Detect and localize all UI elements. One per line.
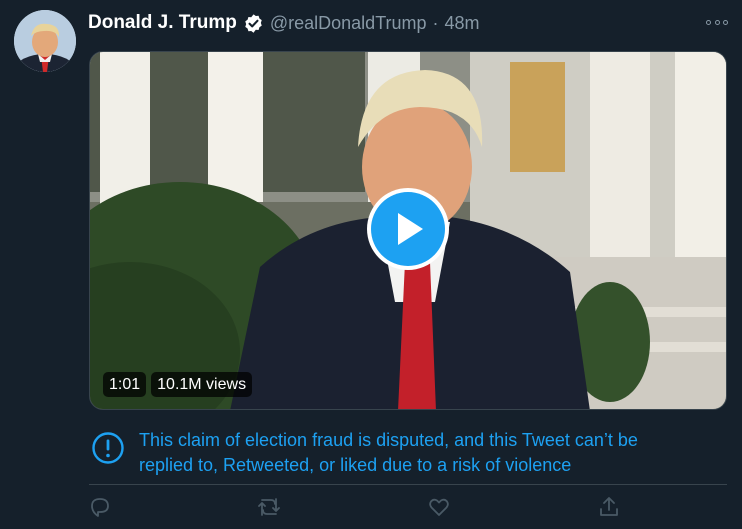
like-icon[interactable] (427, 495, 453, 521)
video-view-count: 10.1M views (151, 372, 253, 397)
avatar[interactable] (14, 10, 76, 72)
tweet-header: Donald J. Trump @realDonaldTrump · 48m (88, 9, 480, 37)
disputed-claim-notice[interactable]: This claim of election fraud is disputed… (89, 428, 729, 478)
separator-dot: · (432, 12, 439, 33)
tweet-timestamp[interactable]: 48m (445, 13, 480, 34)
divider (89, 484, 727, 485)
notice-line-1: This claim of election fraud is disputed… (139, 430, 638, 450)
author-name[interactable]: Donald J. Trump (88, 12, 237, 34)
verified-badge-icon (243, 13, 264, 34)
notice-line-2: replied to, Retweeted, or liked due to a… (139, 455, 572, 475)
reply-icon[interactable] (88, 495, 114, 521)
video-player[interactable]: 1:01 10.1M views (89, 51, 727, 410)
share-icon[interactable] (597, 495, 623, 521)
video-duration: 1:01 (103, 372, 147, 397)
author-handle[interactable]: @realDonaldTrump (270, 13, 427, 34)
more-options-icon[interactable] (706, 12, 728, 32)
play-button[interactable] (367, 188, 449, 270)
retweet-icon[interactable] (256, 495, 282, 521)
notice-text[interactable]: This claim of election fraud is disputed… (139, 428, 638, 478)
play-icon (371, 192, 445, 266)
info-circle-icon (91, 431, 125, 465)
tweet-actions (0, 495, 742, 523)
